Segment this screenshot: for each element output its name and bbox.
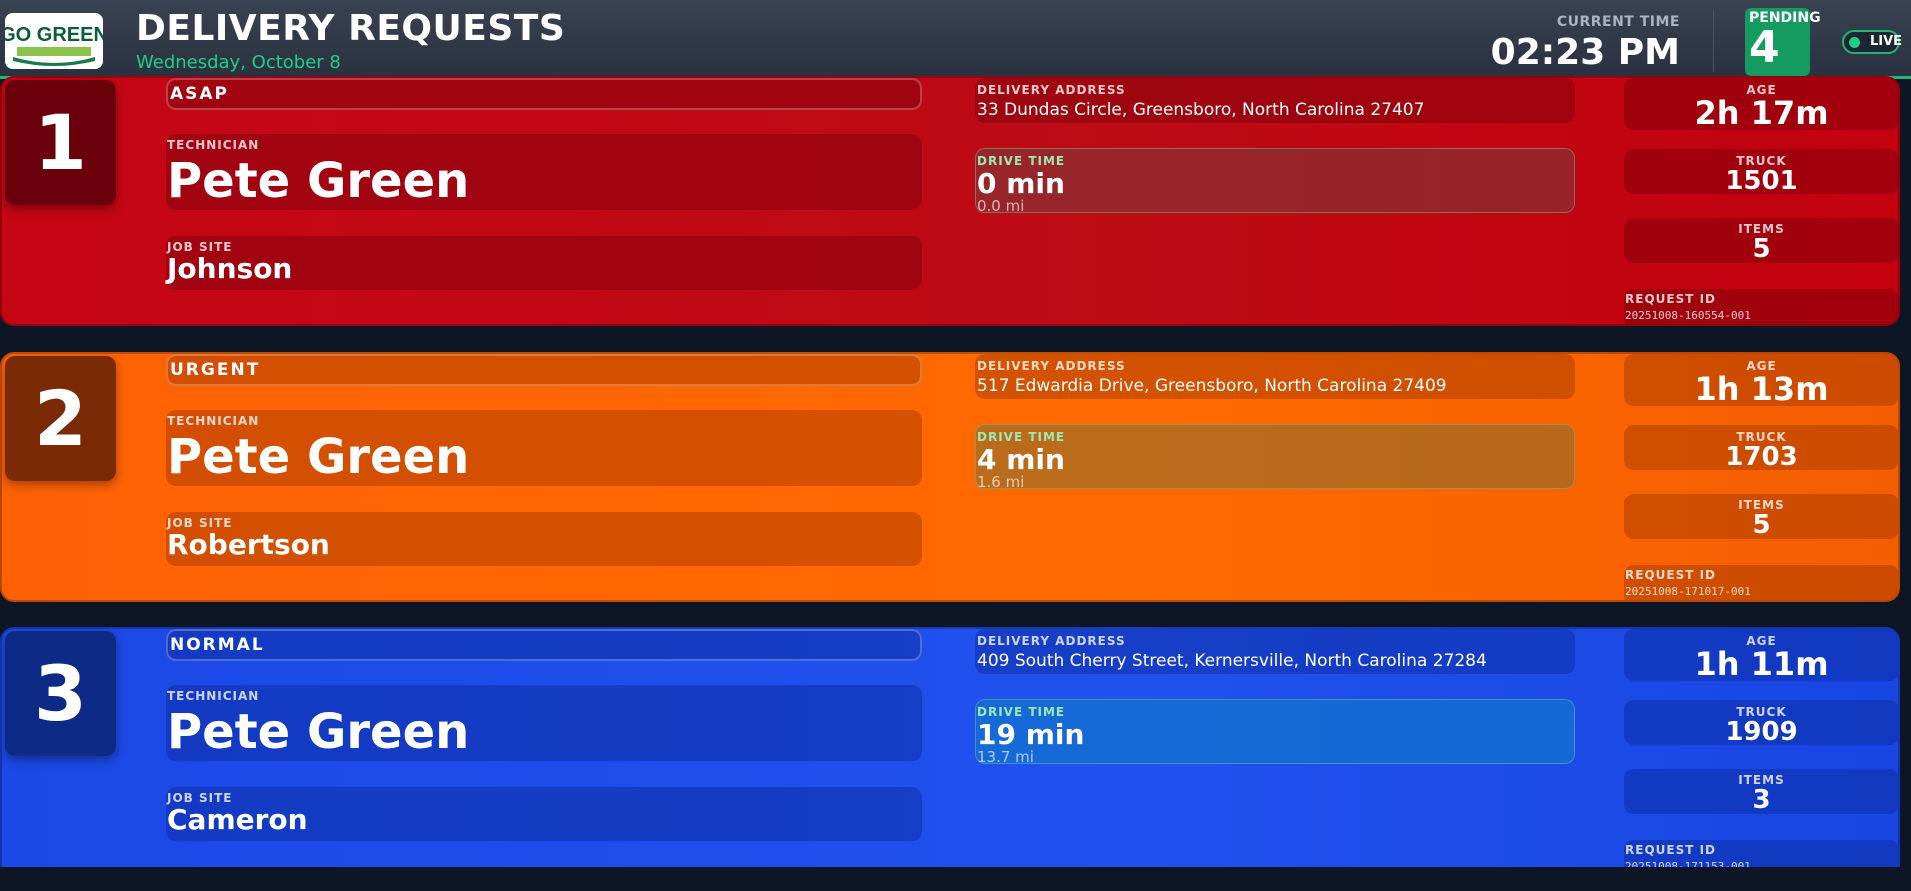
priority-badge: URGENT (166, 354, 922, 386)
age-value: 2h 17m (1694, 94, 1829, 132)
live-toggle[interactable]: LIVE (1842, 30, 1903, 54)
pending-badge: PENDING 4 (1745, 8, 1821, 76)
request-card[interactable]: 3 NORMAL TECHNICIAN Pete Green JOB SITE … (0, 627, 1900, 867)
technician-name: Pete Green (167, 153, 470, 209)
header-bar: GO GREEN DELIVERY REQUESTS Wednesday, Oc… (0, 0, 1911, 79)
go-green-logo: GO GREEN (5, 13, 103, 69)
job-site-name: Robertson (167, 528, 330, 561)
request-number: 1 (5, 80, 116, 205)
drive-time-value: 4 min (977, 443, 1065, 476)
items-value: 5 (1752, 234, 1771, 264)
age-value: 1h 11m (1694, 645, 1829, 683)
delivery-address: 33 Dundas Circle, Greensboro, North Caro… (977, 100, 1425, 120)
request-id-label: REQUEST ID (1625, 292, 1717, 306)
live-indicator-icon (1849, 37, 1860, 48)
technician-name: Pete Green (167, 704, 470, 760)
page-title: DELIVERY REQUESTS (136, 8, 566, 49)
current-time-label: CURRENT TIME (1556, 14, 1680, 30)
truck-value: 1909 (1725, 717, 1798, 747)
priority-badge: NORMAL (166, 629, 922, 661)
items-value: 3 (1752, 785, 1771, 815)
current-date: Wednesday, October 8 (136, 52, 341, 73)
request-id-label: REQUEST ID (1625, 568, 1717, 582)
drive-time-label: DRIVE TIME (977, 705, 1066, 719)
request-id-label: REQUEST ID (1625, 843, 1717, 857)
svg-text:GO GREEN: GO GREEN (5, 24, 103, 46)
truck-value: 1703 (1725, 442, 1798, 472)
technician-label: TECHNICIAN (167, 689, 260, 703)
job-site-name: Johnson (167, 252, 293, 285)
request-number: 2 (5, 356, 116, 481)
drive-distance: 1.6 mi (977, 473, 1025, 491)
drive-time-value: 19 min (977, 718, 1085, 751)
drive-time-value: 0 min (977, 167, 1065, 200)
drive-time-label: DRIVE TIME (977, 154, 1066, 168)
truck-value: 1501 (1725, 166, 1798, 196)
header-divider (1713, 10, 1714, 72)
request-card[interactable]: 1 ASAP TECHNICIAN Pete Green JOB SITE Jo… (0, 76, 1900, 326)
request-id-value: 20251008-171017-001 (1625, 585, 1751, 598)
request-id-value: 20251008-160554-001 (1625, 309, 1751, 322)
delivery-address-label: DELIVERY ADDRESS (977, 83, 1126, 97)
items-value: 5 (1752, 510, 1771, 540)
request-number: 3 (5, 631, 116, 756)
drive-distance: 0.0 mi (977, 197, 1025, 215)
technician-label: TECHNICIAN (167, 138, 260, 152)
age-value: 1h 13m (1694, 370, 1829, 408)
drive-time-label: DRIVE TIME (977, 430, 1066, 444)
delivery-address-label: DELIVERY ADDRESS (977, 634, 1126, 648)
technician-name: Pete Green (167, 429, 470, 485)
delivery-address: 409 South Cherry Street, Kernersville, N… (977, 651, 1487, 671)
delivery-address-label: DELIVERY ADDRESS (977, 359, 1126, 373)
pending-count: 4 (1749, 22, 1780, 73)
delivery-address: 517 Edwardia Drive, Greensboro, North Ca… (977, 376, 1447, 396)
priority-badge: ASAP (166, 78, 922, 110)
live-label: LIVE (1870, 34, 1903, 49)
request-id-value: 20251008-171153-001 (1625, 860, 1751, 867)
request-card[interactable]: 2 URGENT TECHNICIAN Pete Green JOB SITE … (0, 352, 1900, 602)
technician-label: TECHNICIAN (167, 414, 260, 428)
drive-distance: 13.7 mi (977, 748, 1034, 766)
current-time: 02:23 PM (1490, 32, 1680, 73)
job-site-name: Cameron (167, 803, 308, 836)
